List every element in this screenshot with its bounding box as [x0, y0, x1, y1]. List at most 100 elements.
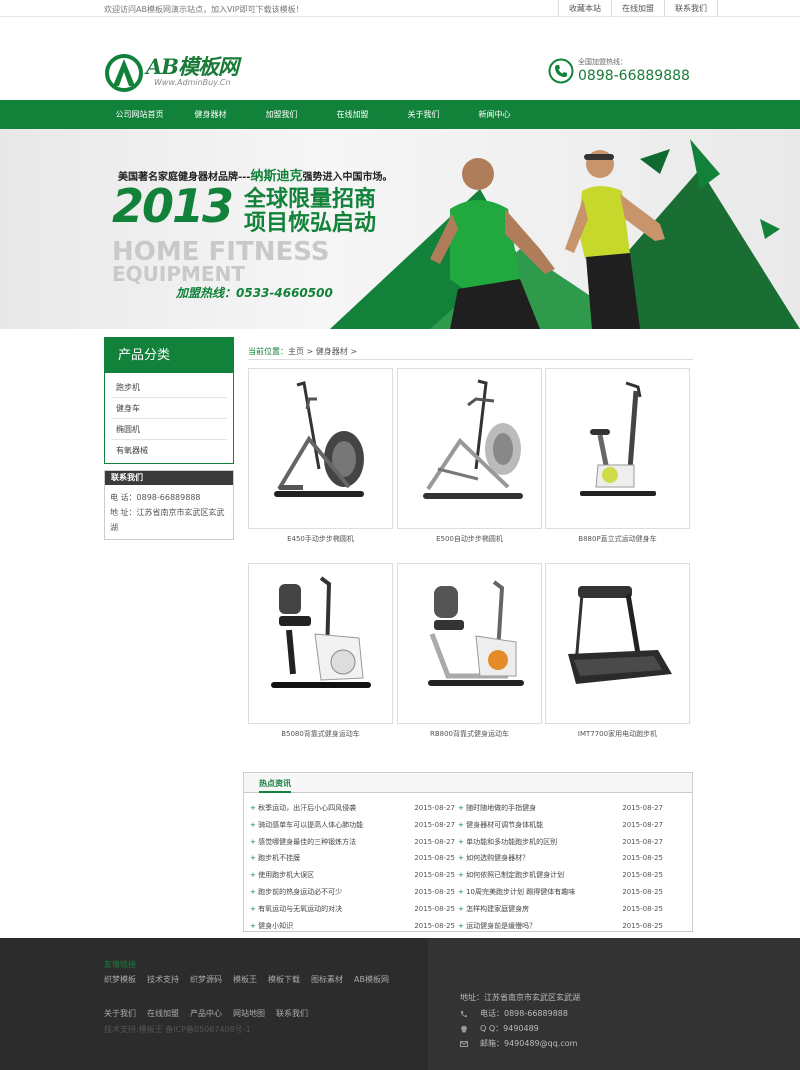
news-item[interactable]: 运动健身前是缓慢吗？2015-08-25 — [458, 918, 663, 935]
footer-email[interactable]: 邮箱：9490489@qq.com — [480, 1036, 577, 1051]
product-name[interactable]: E500自动步步椭圆机 — [397, 534, 542, 544]
friend-link[interactable]: 织梦模板 — [104, 974, 136, 985]
news-item-title[interactable]: 骑动感单车可以提高人体心肺功能 — [250, 817, 411, 834]
news-item-date: 2015-08-27 — [622, 820, 663, 829]
category-item-aerobic[interactable]: 有氧器械 — [111, 440, 227, 461]
news-item-title[interactable]: 跑步机不挂膜 — [250, 850, 411, 867]
news-item-title[interactable]: 跑步前的热身运动必不可少 — [250, 884, 411, 901]
product-image[interactable] — [545, 563, 690, 724]
news-item-title[interactable]: 怎样构建家庭健身房 — [458, 901, 619, 918]
product-card[interactable]: RB800背靠式健身运动车 — [397, 563, 542, 739]
friend-link[interactable]: 织梦源码 — [190, 974, 222, 985]
category-list: 跑步机 健身车 椭圆机 有氧器械 — [105, 373, 233, 463]
top-links: 收藏本站 在线加盟 联系我们 — [558, 0, 718, 17]
nav-news[interactable]: 新闻中心 — [459, 100, 530, 129]
category-item-elliptical[interactable]: 椭圆机 — [111, 419, 227, 440]
news-item[interactable]: 怎样构建家庭健身房2015-08-25 — [458, 901, 663, 918]
nav-join[interactable]: 加盟我们 — [246, 100, 317, 129]
contact-us-link[interactable]: 联系我们 — [664, 0, 718, 17]
friend-link[interactable]: 模板下载 — [268, 974, 300, 985]
phone-icon — [461, 1010, 467, 1017]
breadcrumb-path[interactable]: 主页 > 健身器材 > — [288, 347, 357, 356]
nav-equipment[interactable]: 健身器材 — [175, 100, 246, 129]
news-item-title[interactable]: 如何依照已制定跑步机健身计划 — [458, 867, 619, 884]
product-image[interactable] — [248, 368, 393, 529]
contact-phone: 电 话：0898-66889888 — [110, 493, 201, 502]
footer-email-row: 邮箱：9490489@qq.com — [460, 1036, 577, 1051]
news-item-title[interactable]: 单功能和多功能跑步机的区别 — [458, 834, 619, 851]
news-item-title[interactable]: 使用跑步机大误区 — [250, 867, 411, 884]
news-item-title[interactable]: 运动健身前是缓慢吗？ — [458, 918, 619, 935]
news-item[interactable]: 随时随地做的手指健身2015-08-27 — [458, 800, 663, 817]
category-item-treadmill[interactable]: 跑步机 — [111, 377, 227, 398]
contact-box: 联系我们 电 话：0898-66889888 地 址：江苏省南京市玄武区玄武湖 — [104, 470, 234, 540]
news-item[interactable]: 跑步机不挂膜2015-08-25 — [250, 850, 455, 867]
top-bar: 欢迎访问AB模板网演示站点，加入VIP即可下载该模板！ 收藏本站 在线加盟 联系… — [0, 0, 800, 17]
news-item-title[interactable]: 随时随地做的手指健身 — [458, 800, 619, 817]
product-card[interactable]: IMT7700家用电动跑步机 — [545, 563, 690, 739]
footer-link-products[interactable]: 产品中心 — [190, 1008, 222, 1019]
news-title: 热点资讯 — [259, 778, 291, 793]
category-title: 产品分类 — [105, 338, 233, 373]
friend-link[interactable]: 图标素材 — [311, 974, 343, 985]
header: AB模板网 Www.AdminBuy.Cn 全国加盟热线： 0898-66889… — [0, 17, 800, 100]
nav-online-join[interactable]: 在线加盟 — [317, 100, 388, 129]
news-item-title[interactable]: 10周完美跑步计划 踢得健体有趣味 — [458, 884, 619, 901]
news-column-left: 秋季运动，出汗后小心四风侵袭2015-08-27 骑动感单车可以提高人体心肺功能… — [250, 800, 455, 934]
product-image[interactable] — [397, 368, 542, 529]
product-name[interactable]: B5080背靠式健身运动车 — [248, 729, 393, 739]
breadcrumb: 当前位置：主页 > 健身器材 > — [248, 346, 693, 360]
footer-link-contact[interactable]: 联系我们 — [276, 1008, 308, 1019]
news-item-title[interactable]: 如何选购健身器材？ — [458, 850, 619, 867]
news-item-title[interactable]: 秋季运动，出汗后小心四风侵袭 — [250, 800, 411, 817]
news-item[interactable]: 骑动感单车可以提高人体心肺功能2015-08-27 — [250, 817, 455, 834]
friend-link[interactable]: 技术支持 — [147, 974, 179, 985]
product-name[interactable]: E450手动步步椭圆机 — [248, 534, 393, 544]
product-card[interactable]: B5080背靠式健身运动车 — [248, 563, 393, 739]
welcome-text: 欢迎访问AB模板网演示站点，加入VIP即可下载该模板！ — [104, 5, 304, 14]
news-item-title[interactable]: 健身小知识 — [250, 918, 411, 935]
online-join-link[interactable]: 在线加盟 — [611, 0, 664, 17]
site-logo[interactable]: AB模板网 Www.AdminBuy.Cn — [104, 53, 294, 93]
category-item-bike[interactable]: 健身车 — [111, 398, 227, 419]
friend-link[interactable]: AB模板网 — [354, 974, 389, 985]
news-item[interactable]: 10周完美跑步计划 踢得健体有趣味2015-08-25 — [458, 884, 663, 901]
footer-link-about[interactable]: 关于我们 — [104, 1008, 136, 1019]
product-card[interactable]: B880P直立式运动健身车 — [545, 368, 690, 544]
friend-link[interactable]: 模板王 — [233, 974, 257, 985]
footer-link-sitemap[interactable]: 网站地图 — [233, 1008, 265, 1019]
news-item-date: 2015-08-25 — [622, 921, 663, 930]
product-name[interactable]: IMT7700家用电动跑步机 — [545, 729, 690, 739]
news-header: 热点资讯 — [244, 773, 692, 793]
news-item[interactable]: 健身小知识2015-08-25 — [250, 918, 455, 935]
footer-link-join[interactable]: 在线加盟 — [147, 1008, 179, 1019]
hotline: 全国加盟热线： 0898-66889888 — [548, 55, 708, 87]
news-item[interactable]: 感觉哪健身最佳的三种锻炼方法2015-08-27 — [250, 834, 455, 851]
footer-qq-row: Q Q：9490489 — [460, 1021, 577, 1036]
news-item[interactable]: 单功能和多功能跑步机的区别2015-08-27 — [458, 834, 663, 851]
nav-about[interactable]: 关于我们 — [388, 100, 459, 129]
news-item-date: 2015-08-25 — [414, 921, 455, 930]
product-card[interactable]: E500自动步步椭圆机 — [397, 368, 542, 544]
news-item[interactable]: 如何选购健身器材？2015-08-25 — [458, 850, 663, 867]
bookmark-link[interactable]: 收藏本站 — [558, 0, 611, 17]
news-item[interactable]: 如何依照已制定跑步机健身计划2015-08-25 — [458, 867, 663, 884]
product-name[interactable]: RB800背靠式健身运动车 — [397, 729, 542, 739]
product-name[interactable]: B880P直立式运动健身车 — [545, 534, 690, 544]
news-item[interactable]: 健身器材可调节身体机能2015-08-27 — [458, 817, 663, 834]
product-image[interactable] — [545, 368, 690, 529]
news-item-title[interactable]: 健身器材可调节身体机能 — [458, 817, 619, 834]
hero-banner[interactable]: 美国著名家庭健身器材品牌---纳斯迪克强势进入中国市场。 2013 全球限量招商… — [0, 129, 800, 329]
product-image[interactable] — [397, 563, 542, 724]
news-item[interactable]: 秋季运动，出汗后小心四风侵袭2015-08-27 — [250, 800, 455, 817]
news-item-title[interactable]: 感觉哪健身最佳的三种锻炼方法 — [250, 834, 411, 851]
nav-home[interactable]: 公司网站首页 — [104, 100, 175, 129]
logo-icon — [105, 54, 143, 92]
news-item[interactable]: 有氧运动与无氧运动的对决2015-08-25 — [250, 901, 455, 918]
news-item-title[interactable]: 有氧运动与无氧运动的对决 — [250, 901, 411, 918]
news-item-date: 2015-08-27 — [622, 837, 663, 846]
product-card[interactable]: E450手动步步椭圆机 — [248, 368, 393, 544]
product-image[interactable] — [248, 563, 393, 724]
news-item[interactable]: 使用跑步机大误区2015-08-25 — [250, 867, 455, 884]
news-item[interactable]: 跑步前的热身运动必不可少2015-08-25 — [250, 884, 455, 901]
